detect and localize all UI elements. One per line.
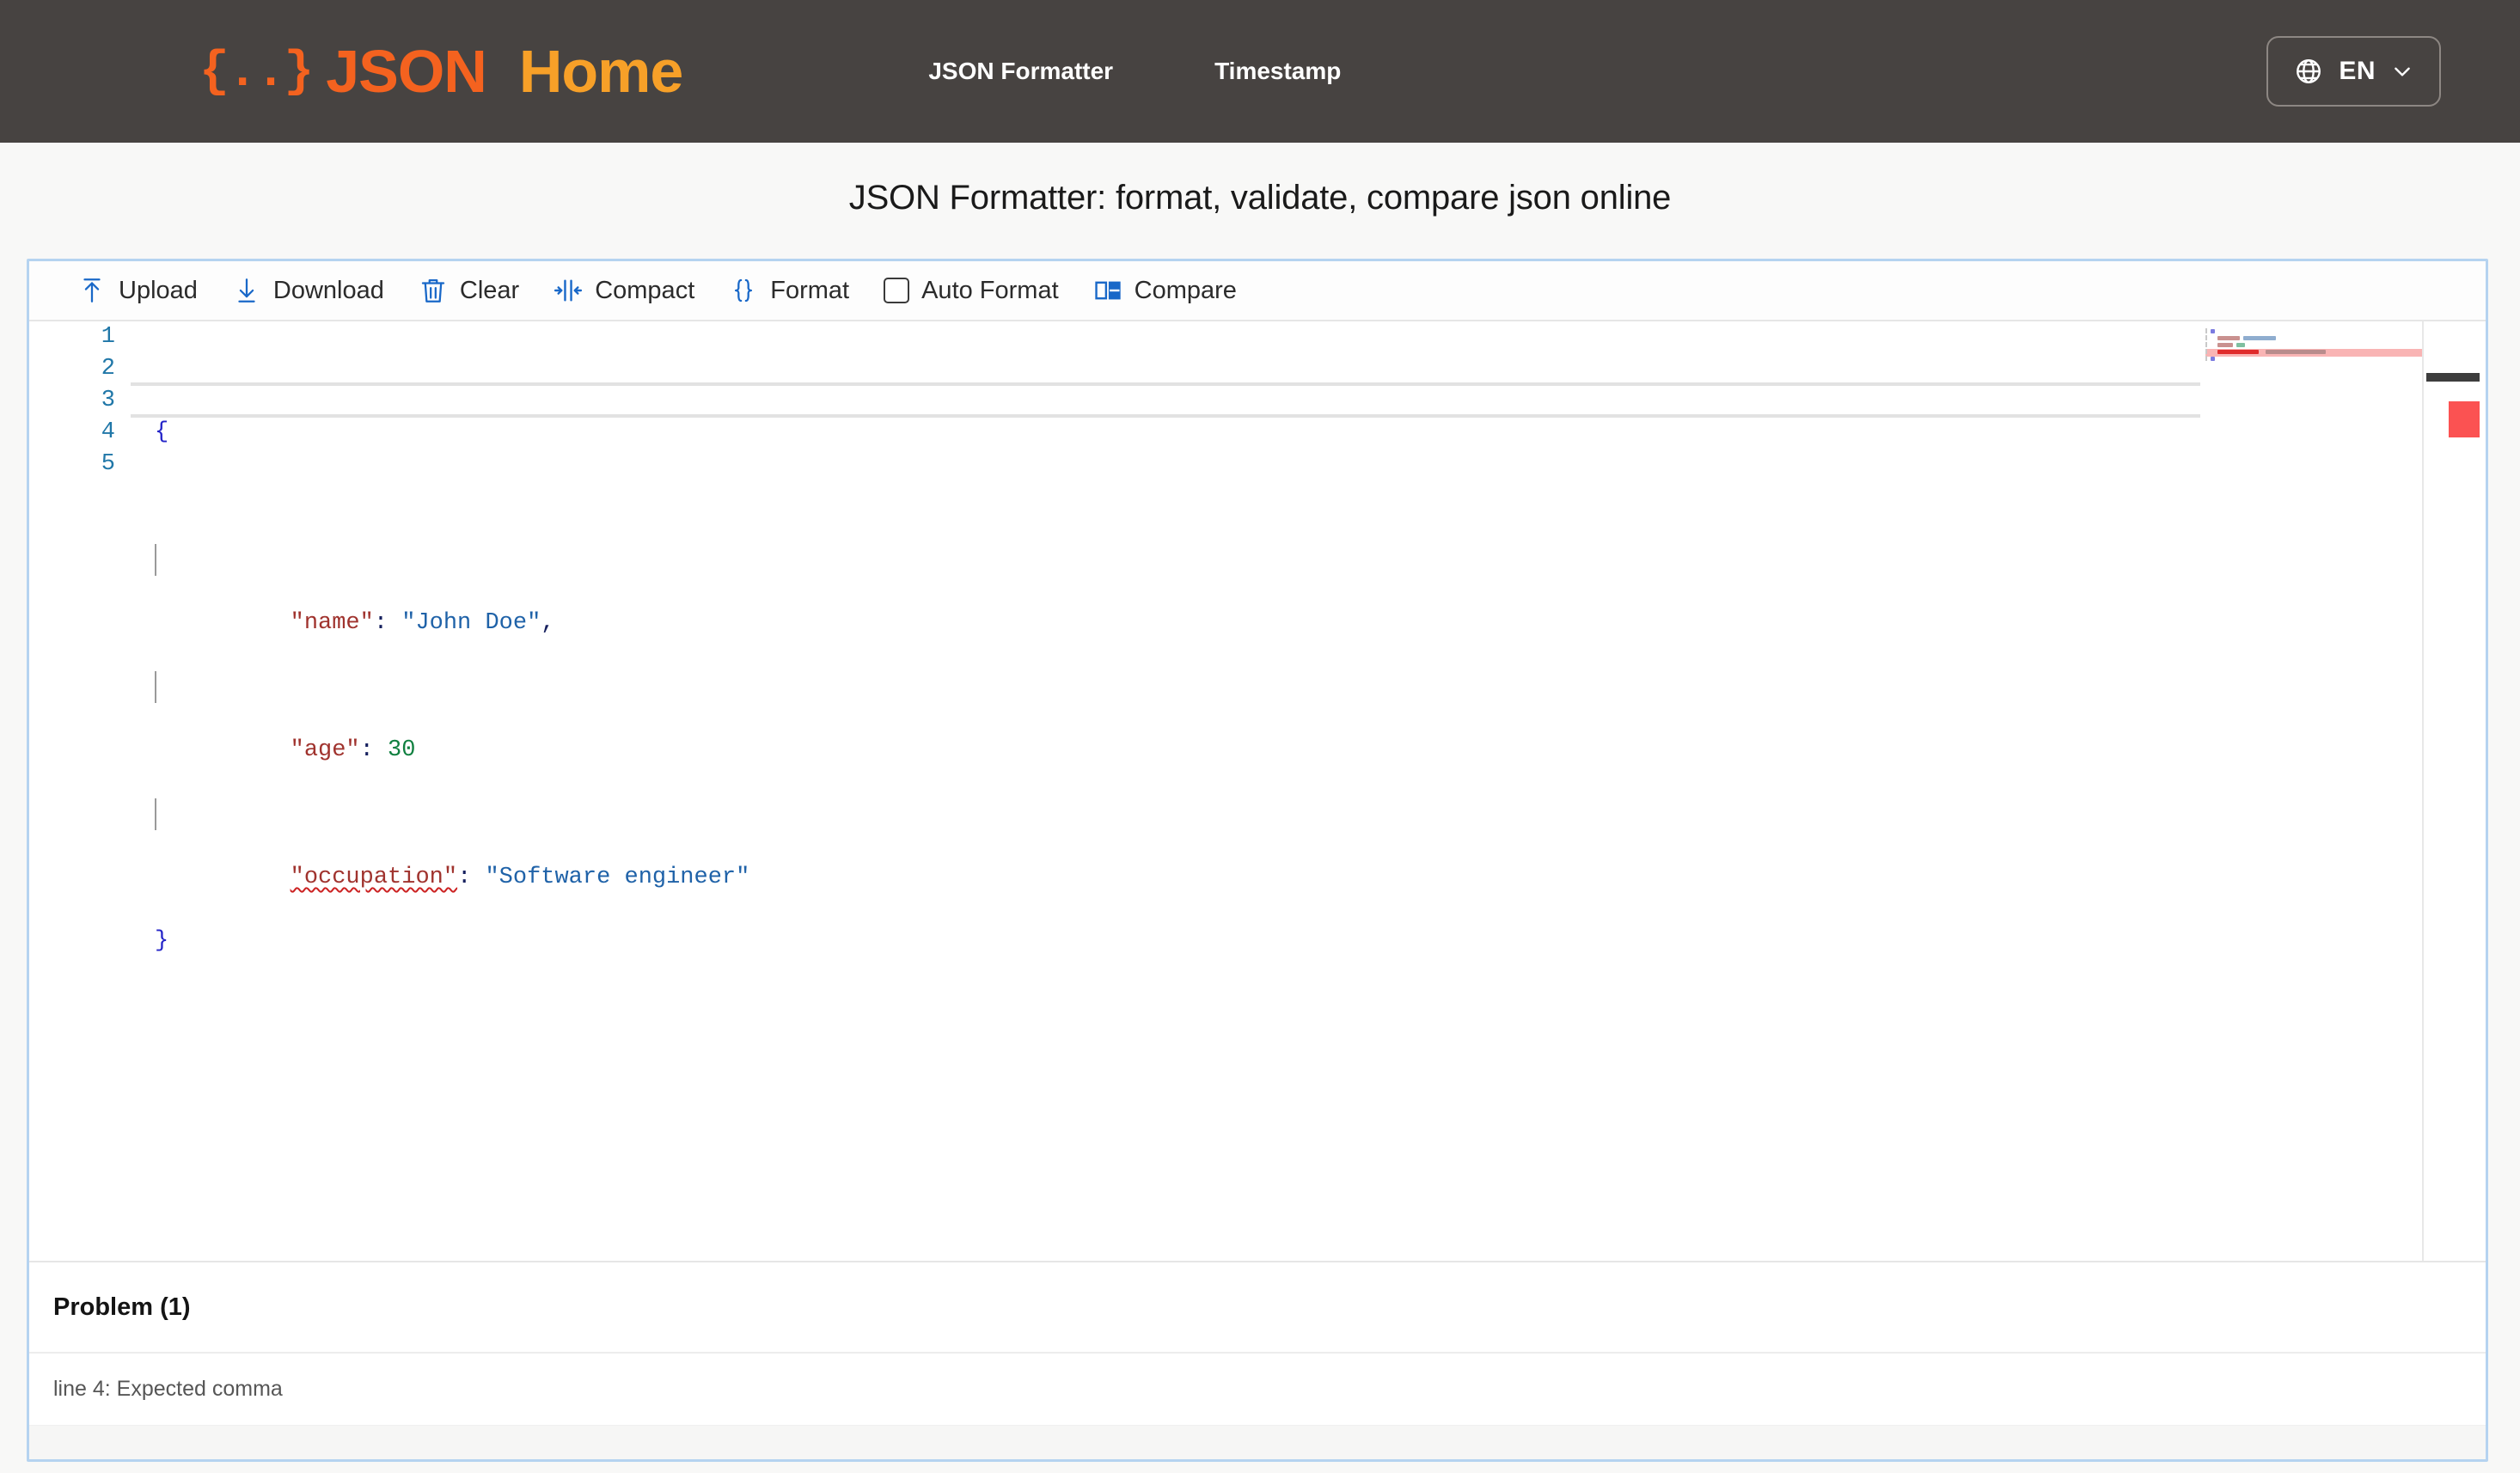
minimap-row-error (2205, 349, 2422, 357)
compare-panels-icon (1093, 276, 1122, 305)
minimap-segment (2211, 357, 2215, 361)
minimap-tick (2205, 335, 2207, 340)
problem-message: line 4: Expected comma (53, 1377, 283, 1401)
indent-guide (155, 544, 156, 576)
clear-button[interactable]: Clear (419, 276, 519, 305)
language-selector[interactable]: EN (2266, 36, 2441, 107)
download-button[interactable]: Download (232, 276, 384, 305)
chevron-down-icon (2391, 60, 2413, 83)
token-colon: : (359, 737, 374, 763)
token-key-occupation-error: "occupation" (290, 865, 458, 890)
token-key-age: "age" (290, 737, 360, 763)
minimap-segment-error (2217, 350, 2259, 354)
line-number: 4 (101, 419, 115, 445)
token-colon: : (373, 610, 388, 636)
minimap-row (2205, 342, 2422, 348)
download-label: Download (272, 276, 384, 304)
site-header: {..} JSON Home JSON Formatter Timestamp … (0, 0, 2520, 143)
minimap-row (2205, 335, 2422, 341)
minimap-tick (2205, 342, 2207, 347)
token-value-name: "John Doe" (401, 610, 541, 636)
problem-panel-title: Problem (1) (53, 1293, 191, 1321)
auto-format-toggle[interactable]: Auto Format (884, 277, 1059, 305)
minimap-segment (2217, 336, 2240, 340)
minimap-segment (2236, 343, 2245, 347)
minimap-tick (2205, 356, 2207, 361)
problem-panel-filler (29, 1426, 2486, 1459)
clear-label: Clear (459, 276, 520, 304)
line-number: 3 (101, 388, 115, 413)
vertical-scrollbar-thumb[interactable] (2426, 373, 2480, 382)
upload-label: Upload (119, 276, 198, 304)
compare-button[interactable]: Compare (1093, 276, 1237, 305)
code-content[interactable]: { "name": "John Doe", "age": 30 "occupat… (131, 321, 2486, 1053)
main-navigation: JSON Formatter Timestamp (928, 58, 1341, 85)
page-title: JSON Formatter: format, validate, compar… (848, 179, 1672, 217)
language-code-label: EN (2339, 57, 2376, 85)
compact-button[interactable]: Compact (554, 276, 694, 305)
code-line-2[interactable]: "name": "John Doe", (131, 544, 2486, 636)
minimap-row (2205, 328, 2422, 334)
token-colon: : (457, 865, 472, 890)
logo-text-json: JSON (326, 38, 487, 105)
editor-minimap[interactable] (2200, 321, 2424, 1261)
minimap-tick (2205, 328, 2207, 333)
code-line-4[interactable]: "occupation": "Software engineer" (131, 798, 2486, 890)
json-braces-logo-icon: {..} (199, 45, 314, 101)
nav-item-json-formatter[interactable]: JSON Formatter (928, 58, 1113, 85)
error-overview-marker[interactable] (2449, 401, 2480, 437)
token-value-age: 30 (388, 737, 416, 763)
line-number: 1 (101, 324, 115, 350)
minimap-segment (2217, 343, 2233, 347)
line-number: 5 (101, 451, 115, 477)
json-code-editor[interactable]: 1 2 3 4 5 { "name": "John Doe", "age": 3… (29, 321, 2486, 1261)
indent-guide (155, 798, 156, 830)
compare-label: Compare (1134, 276, 1237, 304)
compact-icon (554, 276, 583, 305)
auto-format-label: Auto Format (921, 276, 1059, 304)
minimap-tick (2205, 349, 2207, 354)
checkbox-unchecked-icon[interactable] (884, 278, 910, 303)
line-number: 2 (101, 356, 115, 382)
logo-text-home: Home (518, 38, 683, 105)
download-icon (232, 276, 261, 305)
problem-list-item[interactable]: line 4: Expected comma (29, 1354, 2486, 1426)
problem-panel-header: Problem (1) (29, 1261, 2486, 1354)
token-brace-close: } (155, 928, 169, 954)
minimap-rows (2200, 321, 2422, 362)
nav-item-timestamp[interactable]: Timestamp (1214, 58, 1341, 85)
trash-icon (419, 276, 448, 305)
format-label: Format (770, 276, 850, 304)
code-line-1[interactable]: { (131, 417, 2486, 449)
braces-icon (729, 276, 758, 305)
editor-overview-ruler[interactable] (2424, 321, 2486, 1261)
minimap-segment (2243, 336, 2276, 340)
indent-guide (155, 671, 156, 703)
code-line-3[interactable]: "age": 30 (131, 671, 2486, 763)
minimap-row (2205, 356, 2422, 362)
upload-button[interactable]: Upload (77, 276, 198, 305)
compact-label: Compact (595, 276, 695, 304)
formatter-panel: Upload Download Clear Compact Format Aut… (27, 259, 2488, 1462)
minimap-segment (2211, 329, 2215, 333)
token-brace-open: { (155, 419, 169, 445)
token-value-occupation: "Software engineer" (485, 865, 750, 890)
upload-icon (77, 276, 107, 305)
format-button[interactable]: Format (729, 276, 849, 305)
token-key-name: "name" (290, 610, 374, 636)
editor-toolbar: Upload Download Clear Compact Format Aut… (29, 261, 2486, 321)
site-logo[interactable]: {..} JSON Home (199, 38, 683, 105)
line-number-gutter: 1 2 3 4 5 (29, 321, 131, 1261)
code-line-5[interactable]: } (131, 926, 2486, 957)
token-comma: , (541, 610, 555, 636)
minimap-segment (2266, 350, 2326, 354)
globe-icon (2294, 57, 2323, 86)
